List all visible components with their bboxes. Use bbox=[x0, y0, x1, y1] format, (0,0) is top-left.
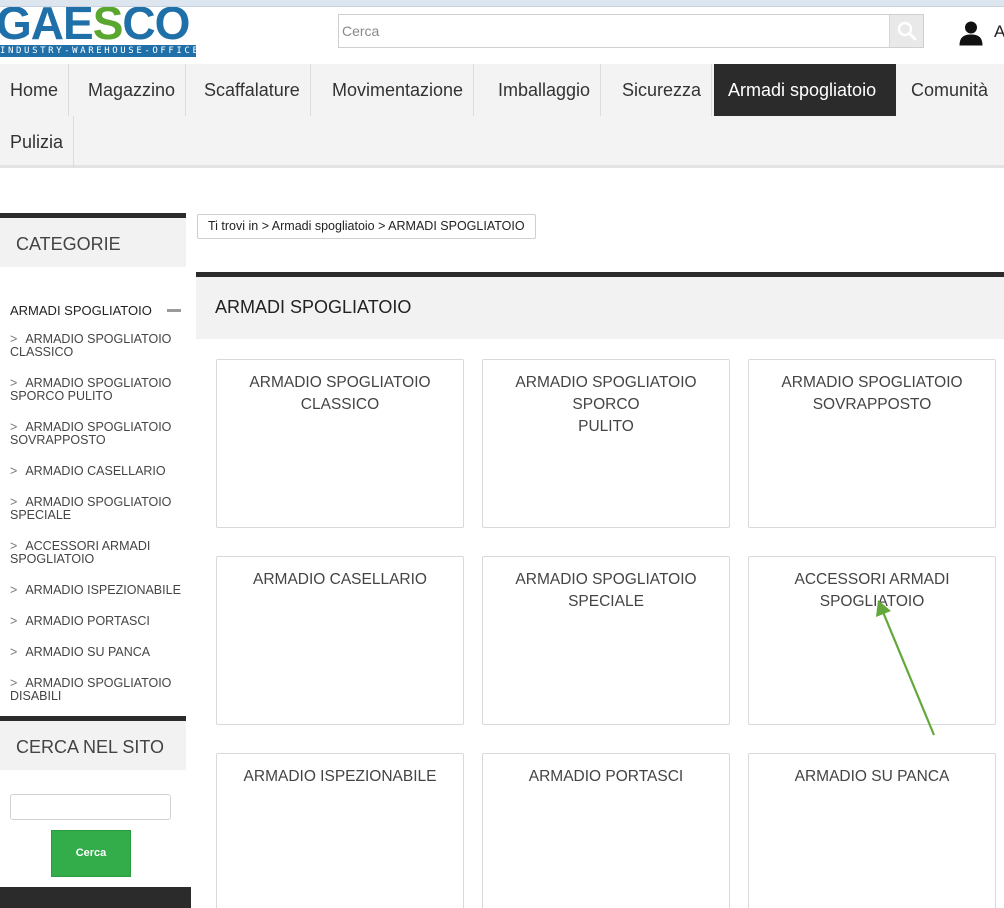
site-search-button[interactable]: Cerca bbox=[51, 830, 131, 877]
gaesco-logo[interactable]: GAESCO INDUSTRY-WAREHOUSE-OFFICE bbox=[0, 7, 196, 59]
nav-item-pulizia[interactable]: Pulizia bbox=[0, 116, 75, 168]
sidebar-item-su-panca[interactable]: > ARMADIO SU PANCA bbox=[10, 646, 186, 659]
sidebar-item-ispezionabile[interactable]: > ARMADIO ISPEZIONABILE bbox=[10, 584, 186, 597]
product-card-title: ARMADIO SPOGLIATOIO CLASSICO bbox=[249, 374, 431, 413]
categories-title: CATEGORIE bbox=[16, 234, 121, 254]
chevron-right-icon: > bbox=[10, 645, 18, 659]
sidebar-item-portasci[interactable]: > ARMADIO PORTASCI bbox=[10, 615, 186, 628]
header-search-input[interactable] bbox=[339, 15, 889, 47]
nav-item-scaffalature[interactable]: Scaffalature bbox=[194, 64, 311, 116]
product-card-su-panca[interactable]: ARMADIO SU PANCA bbox=[748, 753, 996, 908]
sidebar-next-block bbox=[0, 887, 191, 908]
chevron-right-icon: > bbox=[10, 376, 18, 390]
sidebar-item-casellario[interactable]: > ARMADIO CASELLARIO bbox=[10, 465, 186, 478]
logo-wordmark: GAESCO bbox=[0, 7, 190, 49]
collapse-minus-icon[interactable] bbox=[167, 309, 181, 312]
chevron-right-icon: > bbox=[10, 495, 18, 509]
nav-item-comunita[interactable]: Comunità bbox=[901, 64, 998, 116]
sidebar-item-classico[interactable]: > ARMADIO SPOGLIATOIO CLASSICO bbox=[10, 333, 186, 359]
chevron-right-icon: > bbox=[10, 614, 18, 628]
product-card-title: ARMADIO CASELLARIO bbox=[253, 571, 427, 588]
breadcrumb[interactable]: Ti trovi in > Armadi spogliatoio > ARMAD… bbox=[197, 214, 536, 239]
product-card-title: ARMADIO ISPEZIONABILE bbox=[243, 768, 437, 785]
nav-item-imballaggio[interactable]: Imballaggio bbox=[488, 64, 602, 116]
sidebar-item-speciale[interactable]: > ARMADIO SPOGLIATOIO SPECIALE bbox=[10, 496, 186, 522]
product-card-sovrapposto[interactable]: ARMADIO SPOGLIATOIO SOVRAPPOSTO bbox=[748, 359, 996, 528]
product-card-sporco-pulito[interactable]: ARMADIO SPOGLIATOIO SPORCO PULITO bbox=[482, 359, 730, 528]
nav-item-armadi-spogliatoio[interactable]: Armadi spogliatoio bbox=[714, 64, 896, 116]
product-card-title: ARMADIO SPOGLIATOIO SPECIALE bbox=[515, 571, 697, 610]
site-search-input[interactable] bbox=[10, 794, 171, 820]
product-card-speciale[interactable]: ARMADIO SPOGLIATOIO SPECIALE bbox=[482, 556, 730, 725]
current-category[interactable]: ARMADI SPOGLIATOIO bbox=[10, 303, 152, 318]
product-card-title: ARMADIO SPOGLIATOIO SOVRAPPOSTO bbox=[781, 374, 963, 413]
product-card-portasci[interactable]: ARMADIO PORTASCI bbox=[482, 753, 730, 908]
sidebar-item-accessori[interactable]: > ACCESSORI ARMADI SPOGLIATOIO bbox=[10, 540, 186, 566]
product-card-casellario[interactable]: ARMADIO CASELLARIO bbox=[216, 556, 464, 725]
nav-item-movimentazione[interactable]: Movimentazione bbox=[322, 64, 475, 116]
nav-item-sicurezza[interactable]: Sicurezza bbox=[612, 64, 713, 116]
nav-item-magazzino[interactable]: Magazzino bbox=[78, 64, 187, 116]
product-card-classico[interactable]: ARMADIO SPOGLIATOIO CLASSICO bbox=[216, 359, 464, 528]
browser-bookmarks-strip bbox=[0, 0, 1004, 7]
site-search-heading: CERCA NEL SITO bbox=[0, 716, 186, 770]
product-card-accessori[interactable]: ACCESSORI ARMADI SPOGLIATOIO bbox=[748, 556, 996, 725]
header-search bbox=[338, 14, 924, 48]
sidebar-item-disabili[interactable]: > ARMADIO SPOGLIATOIO DISABILI bbox=[10, 677, 186, 703]
chevron-right-icon: > bbox=[10, 420, 18, 434]
site-search-title: CERCA NEL SITO bbox=[16, 737, 165, 757]
user-account-icon[interactable] bbox=[958, 20, 984, 46]
page-title: ARMADI SPOGLIATOIO bbox=[215, 297, 412, 317]
product-card-title: ARMADIO PORTASCI bbox=[528, 768, 684, 785]
sidebar-item-sovrapposto[interactable]: > ARMADIO SPOGLIATOIO SOVRAPPOSTO bbox=[10, 421, 186, 447]
product-card-title: ACCESSORI ARMADI SPOGLIATOIO bbox=[794, 571, 950, 610]
user-account-label[interactable]: A bbox=[994, 22, 1004, 42]
main-navigation: Home Magazzino Scaffalature Movimentazio… bbox=[0, 64, 1004, 168]
logo-tagline: INDUSTRY-WAREHOUSE-OFFICE bbox=[0, 45, 196, 57]
product-card-title: ARMADIO SU PANCA bbox=[794, 768, 950, 785]
chevron-right-icon: > bbox=[10, 332, 18, 346]
categories-heading: CATEGORIE bbox=[0, 213, 186, 267]
nav-item-home[interactable]: Home bbox=[0, 64, 70, 116]
chevron-right-icon: > bbox=[10, 583, 18, 597]
chevron-right-icon: > bbox=[10, 539, 18, 553]
search-icon bbox=[897, 21, 916, 41]
search-button[interactable] bbox=[889, 15, 923, 47]
product-card-title: ARMADIO SPOGLIATOIO SPORCO PULITO bbox=[515, 374, 697, 435]
product-card-ispezionabile[interactable]: ARMADIO ISPEZIONABILE bbox=[216, 753, 464, 908]
category-heading: ARMADI SPOGLIATOIO bbox=[196, 272, 1004, 339]
site-header: GAESCO INDUSTRY-WAREHOUSE-OFFICE A bbox=[0, 7, 1004, 64]
chevron-right-icon: > bbox=[10, 676, 18, 690]
sidebar-item-sporco-pulito[interactable]: > ARMADIO SPOGLIATOIO SPORCO PULITO bbox=[10, 377, 186, 403]
chevron-right-icon: > bbox=[10, 464, 18, 478]
